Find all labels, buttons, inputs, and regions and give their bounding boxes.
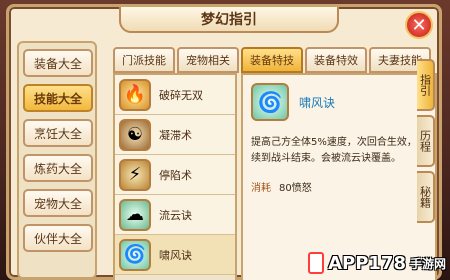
sidebar-item-label: 装备大全	[33, 56, 82, 71]
tab-label: 装备特技	[250, 54, 294, 67]
skill-label: 流云诀	[159, 208, 192, 222]
skill-label: 停陷术	[159, 168, 192, 182]
skill-detail-panel: 🌀 啸风诀 提高己方全体5%速度，次回合生效，持续到战斗结束。会被流云诀覆盖。 …	[241, 73, 437, 280]
fire-icon: 🔥	[119, 78, 151, 111]
tab-equipment-effects[interactable]: 装备特效	[305, 47, 367, 73]
guide-window: 梦幻指引 ✕ 装备大全 技能大全 烹饪大全 炼药大全 宠物大全 伙伴大全 门派技…	[6, 4, 442, 280]
detail-cost: 消耗 80愤怒	[251, 179, 427, 194]
sidebar-item-equipment[interactable]: 装备大全	[23, 49, 93, 77]
sidebar-item-label: 伙伴大全	[33, 231, 82, 246]
tab-equipment-skills[interactable]: 装备特技	[241, 47, 303, 73]
skill-label: 啸风诀	[159, 248, 192, 262]
wind-icon: 🌀	[251, 83, 289, 121]
side-vertical-tabs: 指引 历程 秘籍	[417, 59, 435, 227]
vtab-history[interactable]: 历程	[417, 115, 435, 167]
sidebar-item-skills[interactable]: 技能大全	[23, 84, 93, 112]
detail-description: 提高己方全体5%速度，次回合生效，持续到战斗结束。会被流云诀覆盖。	[251, 137, 427, 164]
sidebar-item-partners[interactable]: 伙伴大全	[23, 224, 93, 252]
sidebar-item-alchemy[interactable]: 炼药大全	[23, 154, 93, 182]
slow-icon: ☯	[119, 118, 151, 151]
sidebar-item-label: 技能大全	[33, 91, 82, 106]
tab-label: 宠物相关	[186, 54, 230, 67]
skill-row-trap[interactable]: ⚡ 停陷术	[115, 155, 235, 195]
close-button[interactable]: ✕	[405, 11, 433, 39]
watermark-sub: 手游网	[409, 256, 446, 271]
wind-icon: 🌀	[119, 238, 151, 271]
skill-row-flowing-cloud[interactable]: ☁ 流云诀	[115, 195, 235, 235]
vtab-guide[interactable]: 指引	[417, 59, 435, 111]
cost-label: 消耗	[251, 183, 271, 194]
tab-label: 门派技能	[122, 54, 166, 67]
sidebar-item-label: 烹饪大全	[33, 126, 82, 141]
tab-label: 夫妻技能	[378, 54, 422, 67]
detail-skill-name: 啸风诀	[299, 95, 336, 110]
watermark-text: APP178	[328, 252, 406, 274]
sidebar-item-pets[interactable]: 宠物大全	[23, 189, 93, 217]
tab-pet-related[interactable]: 宠物相关	[177, 47, 239, 73]
category-sidebar: 装备大全 技能大全 烹饪大全 炼药大全 宠物大全 伙伴大全	[17, 41, 97, 279]
vtab-label: 历程	[418, 130, 432, 152]
skill-label: 破碎无双	[159, 88, 203, 102]
watermark: APP178 手游网	[308, 250, 446, 276]
sidebar-item-label: 炼药大全	[33, 161, 82, 176]
skill-category-tabs: 门派技能 宠物相关 装备特技 装备特效 夫妻技能	[113, 47, 431, 73]
close-icon: ✕	[411, 14, 427, 36]
window-title: 梦幻指引	[119, 7, 339, 33]
phone-icon	[308, 252, 325, 274]
cloud-icon: ☁	[119, 198, 151, 231]
skill-row-stagnate[interactable]: ☯ 凝滞术	[115, 115, 235, 155]
sidebar-item-cooking[interactable]: 烹饪大全	[23, 119, 93, 147]
trap-icon: ⚡	[119, 158, 151, 191]
vtab-secrets[interactable]: 秘籍	[417, 171, 435, 223]
detail-header: 🌀 啸风诀	[251, 83, 427, 121]
vtab-label: 指引	[418, 74, 432, 96]
vtab-label: 秘籍	[418, 186, 432, 208]
tab-school-skills[interactable]: 门派技能	[113, 47, 175, 73]
skill-list: 🔥 破碎无双 ☯ 凝滞术 ⚡ 停陷术 ☁ 流云诀 🌀 啸风诀	[113, 73, 237, 280]
tab-label: 装备特效	[314, 54, 358, 67]
sidebar-item-label: 宠物大全	[33, 196, 82, 211]
cost-value: 80愤怒	[279, 183, 312, 194]
title-text: 梦幻指引	[201, 12, 257, 28]
skill-row-howling-wind[interactable]: 🌀 啸风诀	[115, 235, 235, 275]
skill-label: 凝滞术	[159, 128, 192, 142]
skill-row-shatter[interactable]: 🔥 破碎无双	[115, 75, 235, 115]
